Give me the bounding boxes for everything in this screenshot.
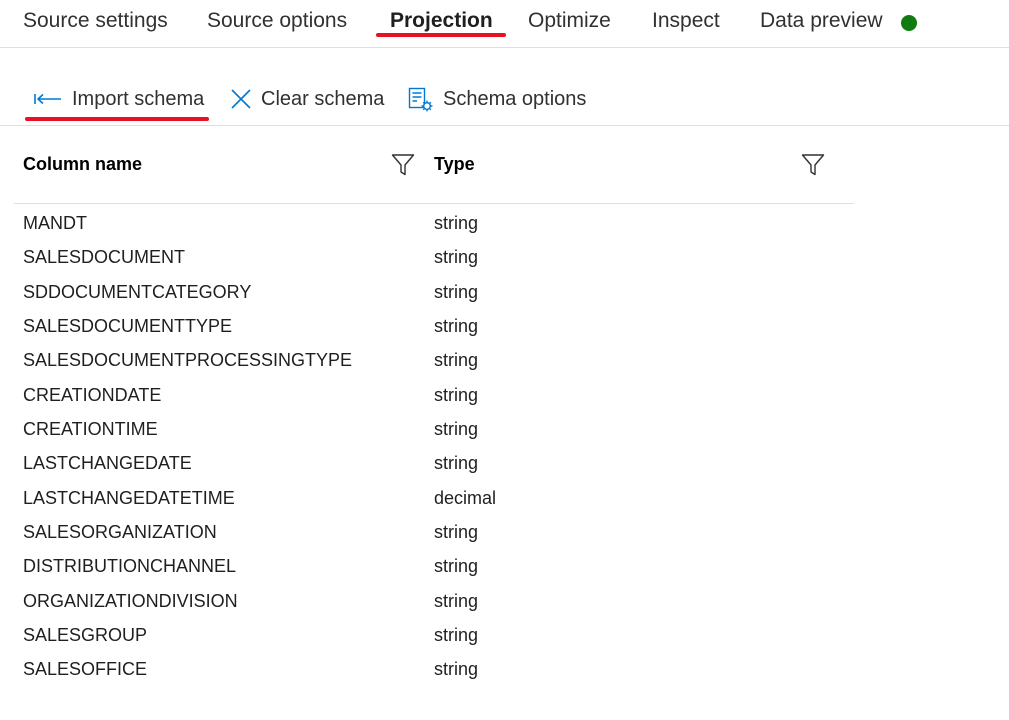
column-type-cell: string [434,281,479,302]
schema-rows: MANDT string SALESDOCUMENT string SDDOCUMENT… [14,206,854,687]
column-type-cell: string [434,659,479,680]
table-row[interactable]: LASTCHANGEDATETIME decimal [14,481,854,515]
import-schema-highlight [25,117,209,121]
table-row[interactable]: SALESDOCUMENT string [14,240,854,274]
tab-optimize[interactable]: Optimize [528,9,611,33]
column-name-cell: SALESGROUP [23,625,148,646]
import-schema-button[interactable]: Import schema [34,76,204,122]
column-name-cell: CREATIONTIME [23,419,158,440]
column-type-cell: string [434,384,479,405]
column-name-cell: LASTCHANGEDATE [23,453,192,474]
tab-data-preview[interactable]: Data preview [760,9,883,33]
table-row[interactable]: CREATIONTIME string [14,412,854,446]
table-row[interactable]: SALESOFFICE string [14,652,854,686]
schema-options-button[interactable]: Schema options [408,76,586,122]
column-type-cell: string [434,522,479,543]
active-tab-highlight [376,33,506,37]
tab-bar: Source settings Source options Projectio… [0,0,1009,48]
schema-options-label: Schema options [443,87,587,110]
close-icon [231,89,251,109]
tab-projection[interactable]: Projection [390,9,493,33]
filter-icon[interactable] [801,153,825,177]
table-row[interactable]: DISTRIBUTIONCHANNEL string [14,549,854,583]
column-name-cell: ORGANIZATIONDIVISION [23,590,238,611]
column-header-type: Type [434,154,475,174]
column-name-cell: SALESDOCUMENT [23,247,186,268]
tab-inspect[interactable]: Inspect [652,9,720,33]
column-name-cell: MANDT [23,213,87,233]
table-row[interactable]: ORGANIZATIONDIVISION string [14,584,854,618]
column-name-cell: SDDOCUMENTCATEGORY [23,281,252,302]
column-name-cell: SALESOFFICE [23,659,148,680]
import-arrow-icon [34,93,61,105]
schema-settings-icon [408,87,433,111]
column-type-cell: string [434,350,479,371]
column-name-cell: CREATIONDATE [23,384,162,405]
tab-source-options[interactable]: Source options [207,9,347,33]
table-row[interactable]: SDDOCUMENTCATEGORY string [14,275,854,309]
table-row[interactable]: SALESORGANIZATION string [14,515,854,549]
column-type-cell: string [434,453,479,474]
column-type-cell: string [434,419,479,440]
column-type-cell: string [434,556,479,577]
table-row[interactable]: CREATIONDATE string [14,378,854,412]
column-type-cell: decimal [434,487,497,508]
clear-schema-button[interactable]: Clear schema [231,76,384,122]
clear-schema-label: Clear schema [261,87,385,110]
table-row[interactable]: LASTCHANGEDATE string [14,446,854,480]
column-type-cell: string [434,625,479,646]
column-type-cell: string [434,316,479,337]
import-schema-label: Import schema [72,87,205,110]
column-header-name: Column name [23,154,143,174]
column-type-cell: string [434,213,479,233]
column-type-cell: string [434,247,479,268]
column-name-cell: SALESORGANIZATION [23,522,217,543]
table-row[interactable]: MANDT string [14,206,854,240]
column-type-cell: string [434,590,479,611]
tab-source-settings[interactable]: Source settings [23,9,168,33]
column-name-cell: LASTCHANGEDATETIME [23,487,235,508]
filter-icon[interactable] [391,153,415,177]
table-row[interactable]: SALESDOCUMENTTYPE string [14,309,854,343]
status-dot-icon [901,15,917,31]
grid-header: Column name Type [14,126,854,204]
column-name-cell: SALESDOCUMENTTYPE [23,316,233,337]
column-name-cell: SALESDOCUMENTPROCESSINGTYPE [23,350,353,371]
table-row[interactable]: SALESGROUP string [14,618,854,652]
column-name-cell: DISTRIBUTIONCHANNEL [23,556,237,577]
table-row[interactable]: SALESDOCUMENTPROCESSINGTYPE string [14,343,854,377]
